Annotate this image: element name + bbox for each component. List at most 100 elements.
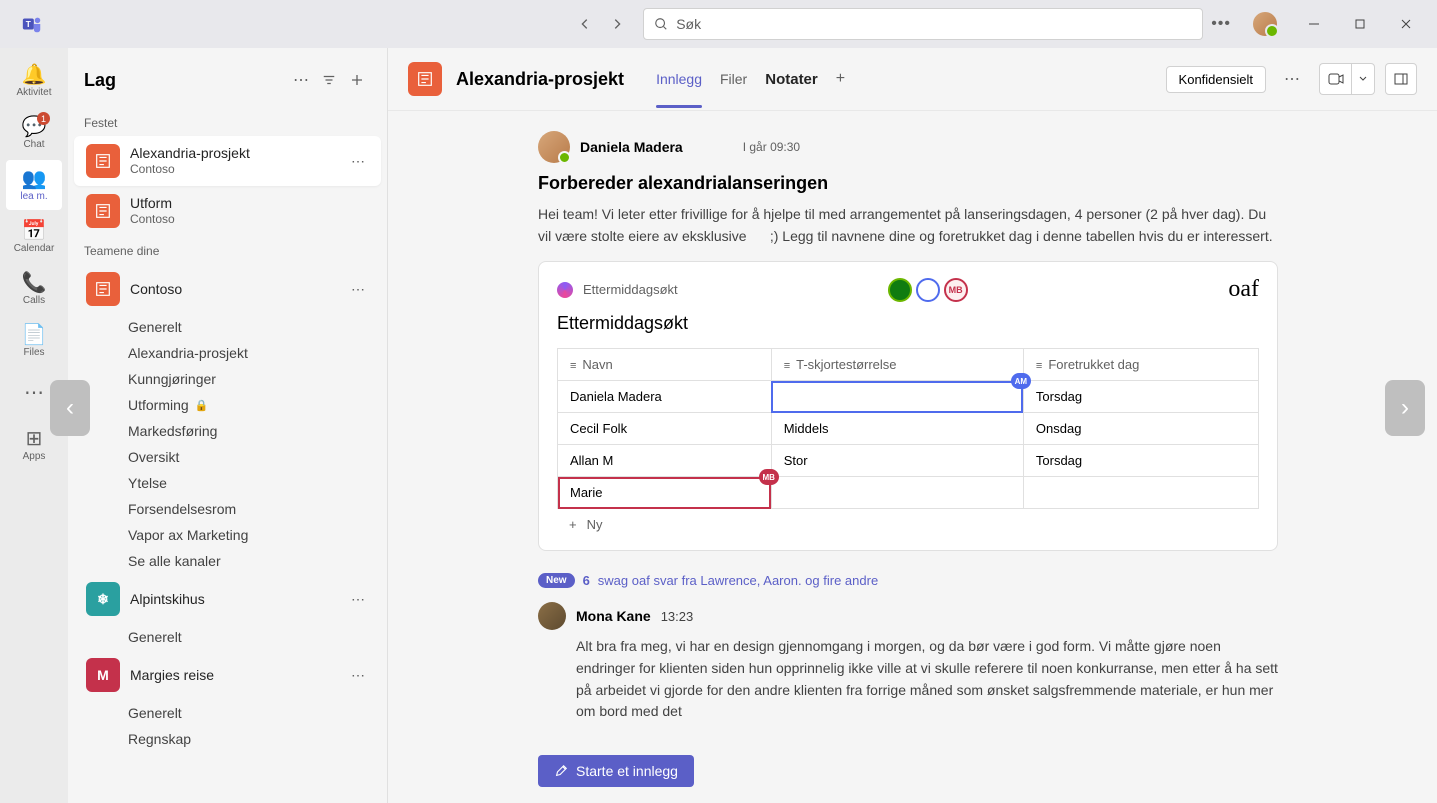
rail-label: Files bbox=[23, 347, 44, 358]
channel-item[interactable]: Utforming🔒 bbox=[68, 392, 387, 418]
channel-more-button[interactable]: ⋯ bbox=[347, 153, 369, 170]
channel-item[interactable]: Markedsføring bbox=[68, 418, 387, 444]
cell[interactable]: Onsdag bbox=[1023, 413, 1258, 445]
phone-icon: 📞 bbox=[22, 273, 47, 293]
text-column-icon: ≡ bbox=[570, 360, 576, 372]
sensitivity-button[interactable]: Konfidensielt bbox=[1166, 66, 1266, 93]
section-pinned: Festet bbox=[68, 108, 387, 136]
channel-sub: Contoso bbox=[130, 212, 369, 228]
team-margies[interactable]: M Margies reise ⋯ bbox=[74, 650, 381, 700]
posts-content: Daniela Madera I går 09:30 Forbereder al… bbox=[388, 111, 1437, 743]
cell[interactable]: Daniela Madera bbox=[558, 381, 772, 413]
reply-body: Alt bra fra meg, vi har en design gjenno… bbox=[538, 636, 1278, 723]
channel-title: Alexandria-prosjekt bbox=[456, 69, 624, 90]
channel-item[interactable]: Kunngjøringer bbox=[68, 366, 387, 392]
channel-item[interactable]: Generelt bbox=[68, 314, 387, 340]
channel-item[interactable]: Generelt bbox=[68, 700, 387, 726]
presence-avatar[interactable] bbox=[916, 278, 940, 302]
sidebar-add-button[interactable] bbox=[343, 66, 371, 94]
rail-label: Aktivitet bbox=[16, 87, 51, 98]
channel-item[interactable]: Oversikt bbox=[68, 444, 387, 470]
replies-summary[interactable]: New 6 swag oaf svar fra Lawrence, Aaron.… bbox=[538, 573, 1278, 588]
chevron-down-icon bbox=[1359, 75, 1367, 83]
nav-forward-button[interactable] bbox=[603, 10, 631, 38]
nav-back-button[interactable] bbox=[571, 10, 599, 38]
filter-icon bbox=[322, 73, 336, 87]
new-post-button[interactable]: Starte et innlegg bbox=[538, 755, 694, 787]
rail-activity[interactable]: 🔔Aktivitet bbox=[6, 56, 62, 106]
author-avatar[interactable] bbox=[538, 131, 570, 163]
rail-teams[interactable]: 👥lea m. bbox=[6, 160, 62, 210]
cell[interactable]: Middels bbox=[771, 413, 1023, 445]
people-icon: 👥 bbox=[22, 169, 47, 189]
user-avatar[interactable] bbox=[1251, 10, 1279, 38]
cell[interactable]: Torsdag bbox=[1023, 445, 1258, 477]
rail-chat[interactable]: 💬Chat1 bbox=[6, 108, 62, 158]
meet-dropdown-button[interactable] bbox=[1351, 63, 1375, 95]
team-name: Contoso bbox=[130, 280, 337, 298]
team-avatar: M bbox=[86, 658, 120, 692]
tab-posts[interactable]: Innlegg bbox=[656, 67, 702, 91]
team-more-button[interactable]: ⋯ bbox=[347, 667, 369, 684]
rail-files[interactable]: 📄Files bbox=[6, 316, 62, 366]
team-more-button[interactable]: ⋯ bbox=[347, 281, 369, 298]
channel-see-all[interactable]: Se alle kanaler bbox=[68, 548, 387, 574]
panel-icon bbox=[1394, 73, 1408, 85]
sidebar-more-button[interactable]: ⋯ bbox=[287, 66, 315, 94]
cell[interactable]: Torsdag bbox=[1023, 381, 1258, 413]
apps-icon: ⊞ bbox=[26, 429, 43, 449]
cell[interactable] bbox=[771, 477, 1023, 509]
channel-item[interactable]: Alexandria-prosjekt bbox=[68, 340, 387, 366]
carousel-next-button[interactable]: › bbox=[1385, 380, 1425, 436]
rail-calls[interactable]: 📞 Calls bbox=[6, 264, 62, 314]
presence-avatar[interactable] bbox=[888, 278, 912, 302]
close-button[interactable] bbox=[1383, 8, 1429, 40]
team-contoso[interactable]: Contoso ⋯ bbox=[74, 264, 381, 314]
reply-avatar[interactable] bbox=[538, 602, 566, 630]
cell[interactable]: Allan M bbox=[558, 445, 772, 477]
cell[interactable]: Stor bbox=[771, 445, 1023, 477]
cell[interactable] bbox=[1023, 477, 1258, 509]
presence-avatar[interactable]: MB bbox=[944, 278, 968, 302]
channel-item[interactable]: Ytelse bbox=[68, 470, 387, 496]
reply-text: swag oaf svar fra Lawrence, Aaron. og fi… bbox=[598, 573, 878, 588]
sidebar-filter-button[interactable] bbox=[315, 66, 343, 94]
cell-active-blue[interactable]: AM bbox=[771, 381, 1023, 413]
minimize-button[interactable] bbox=[1291, 8, 1337, 40]
main-header: Alexandria-prosjekt Innlegg Filer Notate… bbox=[388, 48, 1437, 111]
meet-button[interactable] bbox=[1319, 63, 1351, 95]
search-icon bbox=[654, 17, 668, 31]
search-placeholder: Søk bbox=[676, 16, 701, 32]
loop-component[interactable]: Ettermiddagsøkt MB oaf Ettermiddagsøkt ≡… bbox=[538, 261, 1278, 551]
add-tab-button[interactable]: + bbox=[836, 70, 845, 88]
titlebar-more-button[interactable]: ••• bbox=[1203, 15, 1239, 33]
col-header: ≡Navn bbox=[558, 349, 772, 381]
chat-badge: 1 bbox=[37, 112, 50, 125]
channel-item[interactable]: Regnskap bbox=[68, 726, 387, 752]
team-alpintskihus[interactable]: ❄ Alpintskihus ⋯ bbox=[74, 574, 381, 624]
channel-item[interactable]: Vapor ax Marketing bbox=[68, 522, 387, 548]
rail-label: Calls bbox=[23, 295, 45, 306]
channel-item[interactable]: Forsendelsesrom bbox=[68, 496, 387, 522]
tab-files[interactable]: Filer bbox=[720, 67, 747, 91]
pinned-item-utform[interactable]: UtformContoso bbox=[74, 186, 381, 236]
team-more-button[interactable]: ⋯ bbox=[347, 591, 369, 608]
cell[interactable]: Cecil Folk bbox=[558, 413, 772, 445]
table-row: Daniela Madera AM Torsdag bbox=[558, 381, 1259, 413]
table-row: MarieMB bbox=[558, 477, 1259, 509]
channel-name: Utform bbox=[130, 194, 369, 212]
search-input[interactable]: Søk bbox=[643, 8, 1203, 40]
cell-active-red[interactable]: MarieMB bbox=[558, 477, 772, 509]
header-more-button[interactable]: ⋯ bbox=[1276, 69, 1309, 89]
loop-table[interactable]: ≡Navn ≡T-skjortestørrelse ≡Foretrukket d… bbox=[557, 348, 1259, 509]
text-column-icon: ≡ bbox=[1036, 360, 1042, 372]
tab-notes[interactable]: Notater bbox=[765, 67, 818, 92]
add-row-button[interactable]: +Ny bbox=[557, 509, 1259, 540]
carousel-prev-button[interactable]: ‹ bbox=[50, 380, 90, 436]
team-avatar bbox=[86, 272, 120, 306]
channel-item[interactable]: Generelt bbox=[68, 624, 387, 650]
rail-calendar[interactable]: 📅Calendar bbox=[6, 212, 62, 262]
panel-toggle-button[interactable] bbox=[1385, 63, 1417, 95]
maximize-button[interactable] bbox=[1337, 8, 1383, 40]
pinned-item-alexandria[interactable]: Alexandria-prosjektContoso ⋯ bbox=[74, 136, 381, 186]
